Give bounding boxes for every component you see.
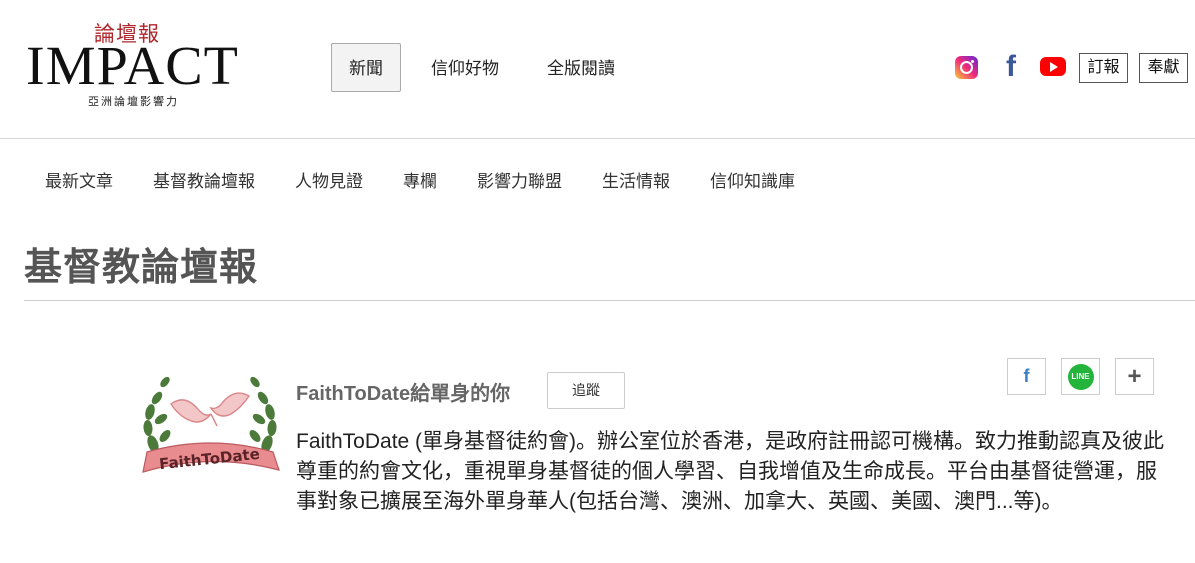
category-faith-knowledge[interactable]: 信仰知識庫: [690, 167, 815, 192]
author-logo: FaithToDate: [139, 374, 281, 486]
faithtodate-logo-icon: FaithToDate: [142, 376, 280, 473]
main-nav-news[interactable]: 新聞: [331, 43, 401, 92]
birds-icon: [170, 392, 250, 427]
category-testimony[interactable]: 人物見證: [275, 167, 383, 192]
donate-button[interactable]: 奉獻: [1139, 53, 1188, 83]
main-nav-faith-goods[interactable]: 信仰好物: [413, 43, 517, 92]
page-title: 基督教論壇報: [24, 247, 259, 289]
share-facebook-button[interactable]: f: [1007, 358, 1046, 395]
author-name[interactable]: FaithToDate給單身的你: [296, 377, 510, 406]
main-nav-full-edition[interactable]: 全版閱讀: [529, 43, 633, 92]
category-latest[interactable]: 最新文章: [26, 167, 133, 192]
category-column[interactable]: 專欄: [383, 167, 457, 192]
laurel-left-icon: [143, 376, 171, 453]
plus-icon: +: [1127, 362, 1142, 390]
logo-tagline: 亞洲論壇影響力: [88, 95, 179, 108]
youtube-icon[interactable]: [1040, 57, 1066, 76]
share-more-button[interactable]: +: [1115, 358, 1154, 395]
subscribe-button[interactable]: 訂報: [1079, 53, 1128, 83]
share-line-button[interactable]: LINE: [1061, 358, 1100, 395]
logo-wordmark: IMPACT: [26, 35, 239, 96]
category-nav: 最新文章 基督教論壇報 人物見證 專欄 影響力聯盟 生活情報 信仰知識庫: [26, 166, 815, 192]
follow-button[interactable]: 追蹤: [547, 372, 625, 409]
line-icon: LINE: [1067, 363, 1094, 390]
title-divider: [24, 300, 1195, 301]
main-nav: 新聞 信仰好物 全版閱讀: [331, 43, 645, 92]
author-description: FaithToDate (單身基督徒約會)。辦公室位於香港，是政府註冊認可機構。…: [296, 430, 1165, 513]
instagram-icon[interactable]: [955, 56, 978, 79]
facebook-icon[interactable]: f: [1000, 52, 1022, 82]
category-christian-forum[interactable]: 基督教論壇報: [133, 167, 275, 192]
category-lifestyle[interactable]: 生活情報: [582, 167, 690, 192]
laurel-right-icon: [249, 376, 277, 453]
category-impact-alliance[interactable]: 影響力聯盟: [457, 167, 582, 192]
site-logo[interactable]: 論壇報 IMPACT 亞洲論壇影響力: [26, 18, 254, 114]
facebook-icon: f: [1023, 366, 1030, 386]
site-header: 論壇報 IMPACT 亞洲論壇影響力 新聞 信仰好物 全版閱讀 f 訂報 奉獻: [0, 0, 1195, 139]
